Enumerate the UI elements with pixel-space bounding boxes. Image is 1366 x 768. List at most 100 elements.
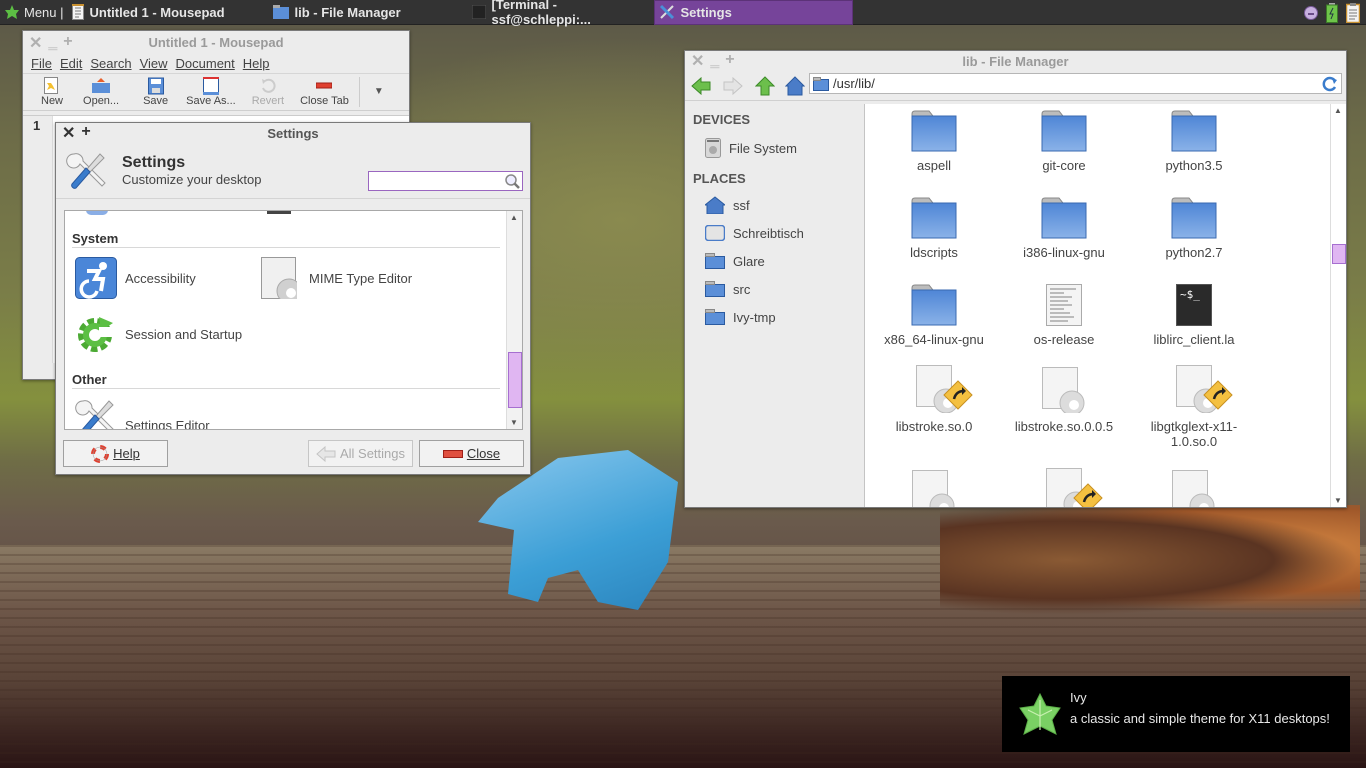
menu-edit[interactable]: Edit (56, 56, 86, 71)
scroll-down-arrow-icon[interactable]: ▼ (510, 418, 518, 427)
file-item[interactable]: os-release (999, 280, 1129, 347)
close-button[interactable]: Close (419, 440, 524, 467)
taskbar: Menu | Untitled 1 - Mousepad lib - File … (0, 0, 1366, 27)
window-title: lib - File Manager (962, 53, 1069, 69)
open-button[interactable]: Open... (77, 77, 125, 107)
close-icon[interactable]: ✕ (62, 123, 75, 143)
settings-search-field[interactable] (368, 171, 523, 191)
folder-icon (705, 309, 725, 325)
file-item[interactable]: ~$_ liblirc_client.la (1129, 280, 1259, 347)
line-number: 1 (33, 118, 41, 133)
close-icon[interactable]: ✕ (691, 51, 704, 71)
partial-item-icon (267, 211, 291, 214)
path-bar[interactable]: /usr/lib/ (809, 73, 1342, 94)
item-label: Settings Editor (125, 417, 210, 430)
settings-item-accessibility[interactable]: Accessibility (75, 257, 196, 299)
file-item[interactable]: ldscripts (869, 193, 999, 260)
sidebar-item-src[interactable]: src (705, 281, 750, 297)
file-item[interactable]: i386-linux-gnu (999, 193, 1129, 260)
reload-icon[interactable] (1322, 76, 1338, 92)
help-button[interactable]: Help (63, 440, 168, 467)
maximize-icon[interactable]: + (63, 33, 72, 53)
home-icon[interactable] (785, 75, 805, 96)
app-menu-button[interactable]: Menu | (0, 0, 68, 25)
file-item[interactable]: python2.7 (1129, 193, 1259, 260)
search-icon[interactable] (504, 173, 520, 189)
file-item[interactable]: libgtkglext-x11-1.0.so.0 (1129, 365, 1259, 449)
sidebar-item-ssf[interactable]: ssf (705, 196, 750, 214)
folder-icon (1171, 197, 1217, 239)
file-item[interactable] (1129, 470, 1259, 507)
toolbar-overflow-button[interactable]: ▼ (374, 86, 384, 97)
notification-body: a classic and simple theme for X11 deskt… (1070, 711, 1330, 726)
search-input[interactable] (369, 172, 499, 190)
scroll-down-arrow-icon[interactable]: ▼ (1334, 496, 1342, 505)
settings-titlebar[interactable]: ✕ + Settings (56, 123, 530, 143)
battery-icon[interactable] (1326, 3, 1338, 23)
settings-item-session-and-startup[interactable]: Session and Startup (75, 313, 242, 355)
notification-popup[interactable]: Ivy a classic and simple theme for X11 d… (1002, 676, 1350, 752)
scroll-up-arrow-icon[interactable]: ▲ (510, 213, 518, 222)
file-view: ▲ ▼ aspell git-core python3.5 ldscripts i386… (865, 104, 1346, 507)
maximize-icon[interactable]: + (81, 123, 90, 143)
toolbar-separator (358, 77, 360, 107)
file-name: ldscripts (910, 245, 958, 260)
settings-item-settings-editor[interactable]: Settings Editor (75, 397, 210, 430)
menu-document[interactable]: Document (172, 56, 239, 71)
scrollbar-thumb[interactable] (508, 352, 522, 408)
task-terminal[interactable]: [Terminal - ssf@schleppi:... (458, 0, 654, 27)
task-settings[interactable]: Settings (653, 0, 853, 25)
file-item[interactable] (999, 468, 1129, 507)
file-item[interactable]: python3.5 (1129, 106, 1259, 173)
settings-item-mime-type-editor[interactable]: MIME Type Editor (261, 257, 412, 299)
button-label: Help (113, 446, 140, 461)
file-manager-titlebar[interactable]: ✕ ‗ + lib - File Manager (685, 51, 1346, 71)
file-item[interactable] (869, 470, 999, 507)
sidebar-item-glare[interactable]: Glare (705, 253, 765, 269)
scroll-up-arrow-icon[interactable]: ▲ (1334, 106, 1342, 115)
close-tab-button[interactable]: Close Tab (294, 77, 355, 107)
back-arrow-icon[interactable] (691, 76, 711, 95)
folder-icon (911, 197, 957, 239)
item-label: Session and Startup (125, 326, 243, 342)
line-number-gutter: 1 (23, 116, 53, 363)
sidebar-item-ivy-tmp[interactable]: Ivy-tmp (705, 309, 776, 325)
sidebar-item-file-system[interactable]: File System (705, 138, 797, 158)
minimize-icon[interactable]: ‗ (710, 51, 719, 71)
emoji-indicator-icon[interactable] (1304, 6, 1318, 20)
file-item[interactable]: aspell (869, 106, 999, 173)
task-mousepad[interactable]: Untitled 1 - Mousepad (68, 0, 263, 25)
new-button[interactable]: New (35, 77, 69, 107)
file-name: x86_64-linux-gnu (884, 332, 984, 347)
file-item[interactable]: libstroke.so.0 (869, 365, 999, 434)
save-button[interactable]: Save (137, 77, 174, 107)
menu-view[interactable]: View (136, 56, 172, 71)
file-view-scrollbar[interactable]: ▲ ▼ (1330, 104, 1346, 507)
menu-help[interactable]: Help (239, 56, 274, 71)
forward-arrow-icon[interactable] (723, 76, 743, 95)
minimize-icon[interactable]: ‗ (48, 33, 57, 53)
menu-file[interactable]: File (27, 56, 56, 71)
sidebar-item-schreibtisch[interactable]: Schreibtisch (705, 225, 804, 241)
revert-button[interactable]: Revert (246, 77, 290, 107)
file-item[interactable]: libstroke.so.0.0.5 (999, 367, 1129, 434)
settings-list-scrollbar[interactable]: ▲ ▼ (506, 211, 522, 429)
scrollbar-thumb[interactable] (1332, 244, 1346, 264)
clipboard-icon[interactable] (1346, 3, 1360, 23)
task-file-manager[interactable]: lib - File Manager (263, 0, 458, 25)
up-arrow-icon[interactable] (755, 75, 775, 96)
all-settings-button[interactable]: All Settings (308, 440, 413, 467)
folder-icon (1041, 197, 1087, 239)
close-icon[interactable]: ✕ (29, 33, 42, 53)
mousepad-titlebar[interactable]: ✕ ‗ + Untitled 1 - Mousepad (23, 31, 409, 53)
file-item[interactable]: x86_64-linux-gnu (869, 280, 999, 347)
toolbar-label: Revert (251, 95, 285, 107)
file-name: liblirc_client.la (1153, 332, 1235, 347)
file-name: aspell (917, 158, 951, 173)
location-toolbar: /usr/lib/ (685, 71, 1346, 101)
toolbar-label: Save As... (186, 95, 236, 107)
maximize-icon[interactable]: + (725, 51, 734, 71)
menu-search[interactable]: Search (86, 56, 135, 71)
file-item[interactable]: git-core (999, 106, 1129, 173)
save-as-button[interactable]: Save As... (180, 77, 242, 107)
